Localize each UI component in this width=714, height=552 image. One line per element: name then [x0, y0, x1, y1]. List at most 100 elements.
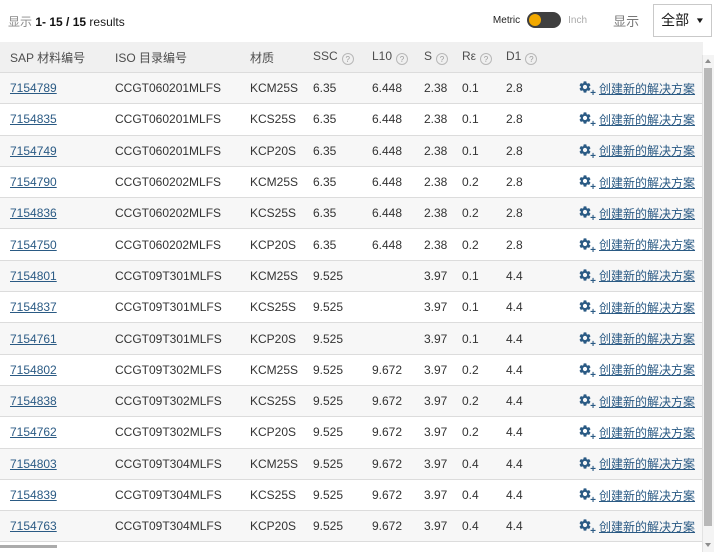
sap-number-link[interactable]: 7154836 — [10, 206, 57, 220]
sap-number-link[interactable]: 7154803 — [10, 457, 57, 471]
vertical-scrollbar[interactable] — [702, 55, 714, 552]
horizontal-scrollbar-thumb[interactable] — [0, 545, 57, 548]
create-solution-gear-icon[interactable]: + — [578, 424, 595, 440]
iso-number-cell: CCGT09T304MLFS — [107, 448, 242, 479]
s-value-cell: 3.97 — [416, 385, 454, 416]
grade-cell: KCM25S — [242, 260, 305, 291]
sap-number-link[interactable]: 7154837 — [10, 300, 57, 314]
plus-icon: + — [590, 277, 596, 287]
sap-number-link[interactable]: 7154802 — [10, 363, 57, 377]
plus-icon: + — [590, 308, 596, 318]
catalog-results-page: 显示 1- 15 / 15 results Metric Inch 显示 全部 … — [0, 0, 714, 552]
s-value-cell: 2.38 — [416, 166, 454, 197]
create-solution-link[interactable]: 创建新的解决方案 — [599, 487, 695, 504]
actions-cell: + 创建新的解决方案 — [568, 323, 703, 354]
grade-cell: KCM25S — [242, 73, 305, 104]
create-solution-link[interactable]: 创建新的解决方案 — [599, 174, 695, 191]
create-solution-link[interactable]: 创建新的解决方案 — [599, 111, 695, 128]
scroll-down-arrow-icon[interactable] — [703, 539, 713, 551]
create-solution-link[interactable]: 创建新的解决方案 — [599, 455, 695, 472]
create-solution-link[interactable]: 创建新的解决方案 — [599, 361, 695, 378]
column-header: S? — [416, 42, 454, 73]
s-value-cell: 2.38 — [416, 198, 454, 229]
create-solution-link[interactable]: 创建新的解决方案 — [599, 80, 695, 97]
create-solution-gear-icon[interactable]: + — [578, 174, 595, 190]
sap-number-link[interactable]: 7154763 — [10, 519, 57, 533]
grade-cell: KCS25S — [242, 104, 305, 135]
ssc-value-cell: 9.525 — [305, 323, 364, 354]
create-solution-gear-icon[interactable]: + — [578, 393, 595, 409]
d1-value-cell: 2.8 — [498, 135, 568, 166]
create-solution-gear-icon[interactable]: + — [578, 331, 595, 347]
grade-cell: KCP20S — [242, 511, 305, 542]
sap-number-link[interactable]: 7154762 — [10, 425, 57, 439]
unit-toggle[interactable] — [527, 12, 561, 28]
create-solution-link[interactable]: 创建新的解决方案 — [599, 330, 695, 347]
inch-label: Inch — [568, 15, 587, 26]
create-solution-link[interactable]: 创建新的解决方案 — [599, 424, 695, 441]
help-icon[interactable]: ? — [525, 53, 537, 65]
help-icon[interactable]: ? — [436, 53, 448, 65]
column-header-label: L10 — [372, 49, 392, 63]
iso-number-cell: CCGT09T304MLFS — [107, 511, 242, 542]
sap-number-link[interactable]: 7154790 — [10, 175, 57, 189]
d1-value-cell: 4.4 — [498, 323, 568, 354]
create-solution-gear-icon[interactable]: + — [578, 237, 595, 253]
s-value-cell: 2.38 — [416, 73, 454, 104]
create-solution-gear-icon[interactable]: + — [578, 487, 595, 503]
vertical-scrollbar-thumb[interactable] — [704, 68, 712, 526]
plus-icon: + — [590, 152, 596, 162]
create-solution-link[interactable]: 创建新的解决方案 — [599, 142, 695, 159]
sap-number-link[interactable]: 7154801 — [10, 269, 57, 283]
table-row: 7154837 CCGT09T301MLFS KCS25S 9.525 3.97… — [0, 292, 703, 323]
sap-number-link[interactable]: 7154835 — [10, 112, 57, 126]
create-solution-link[interactable]: 创建新的解决方案 — [599, 299, 695, 316]
column-header-actions — [568, 42, 703, 73]
grade-cell: KCM25S — [242, 448, 305, 479]
sap-number-link[interactable]: 7154789 — [10, 81, 57, 95]
help-icon[interactable]: ? — [396, 53, 408, 65]
sap-number-link[interactable]: 7154750 — [10, 238, 57, 252]
column-header: SSC? — [305, 42, 364, 73]
ssc-value-cell: 6.35 — [305, 229, 364, 260]
ssc-value-cell: 9.525 — [305, 385, 364, 416]
create-solution-link[interactable]: 创建新的解决方案 — [599, 205, 695, 222]
re-value-cell: 0.2 — [454, 354, 498, 385]
create-solution-gear-icon[interactable]: + — [578, 456, 595, 472]
ssc-value-cell: 9.525 — [305, 511, 364, 542]
sap-number-link[interactable]: 7154749 — [10, 144, 57, 158]
help-icon[interactable]: ? — [342, 53, 354, 65]
create-solution-gear-icon[interactable]: + — [578, 143, 595, 159]
sap-number-link[interactable]: 7154761 — [10, 332, 57, 346]
create-solution-gear-icon[interactable]: + — [578, 362, 595, 378]
create-solution-link[interactable]: 创建新的解决方案 — [599, 518, 695, 535]
ssc-value-cell: 6.35 — [305, 73, 364, 104]
sap-number-link[interactable]: 7154839 — [10, 488, 57, 502]
create-solution-link[interactable]: 创建新的解决方案 — [599, 393, 695, 410]
filter-dropdown[interactable]: 全部 ▼ — [653, 4, 712, 37]
s-value-cell: 2.38 — [416, 104, 454, 135]
create-solution-gear-icon[interactable]: + — [578, 205, 595, 221]
create-solution-link[interactable]: 创建新的解决方案 — [599, 236, 695, 253]
sap-number-link[interactable]: 7154838 — [10, 394, 57, 408]
create-solution-gear-icon[interactable]: + — [578, 80, 595, 96]
create-solution-gear-icon[interactable]: + — [578, 518, 595, 534]
d1-value-cell: 4.4 — [498, 292, 568, 323]
create-solution-gear-icon[interactable]: + — [578, 111, 595, 127]
table-row: 7154749 CCGT060201MLFS KCP20S 6.35 6.448… — [0, 135, 703, 166]
iso-number-cell: CCGT060202MLFS — [107, 166, 242, 197]
sap-cell: 7154801 — [0, 260, 107, 291]
grade-cell: KCP20S — [242, 417, 305, 448]
help-icon[interactable]: ? — [480, 53, 492, 65]
scroll-up-arrow-icon[interactable] — [703, 55, 713, 67]
plus-icon: + — [590, 340, 596, 350]
column-header: L10? — [364, 42, 416, 73]
create-solution-gear-icon[interactable]: + — [578, 268, 595, 284]
create-solution-link[interactable]: 创建新的解决方案 — [599, 267, 695, 284]
create-solution-gear-icon[interactable]: + — [578, 299, 595, 315]
sap-cell: 7154838 — [0, 385, 107, 416]
actions-cell: + 创建新的解决方案 — [568, 417, 703, 448]
re-value-cell: 0.2 — [454, 417, 498, 448]
sap-cell: 7154836 — [0, 198, 107, 229]
actions-cell: + 创建新的解决方案 — [568, 229, 703, 260]
